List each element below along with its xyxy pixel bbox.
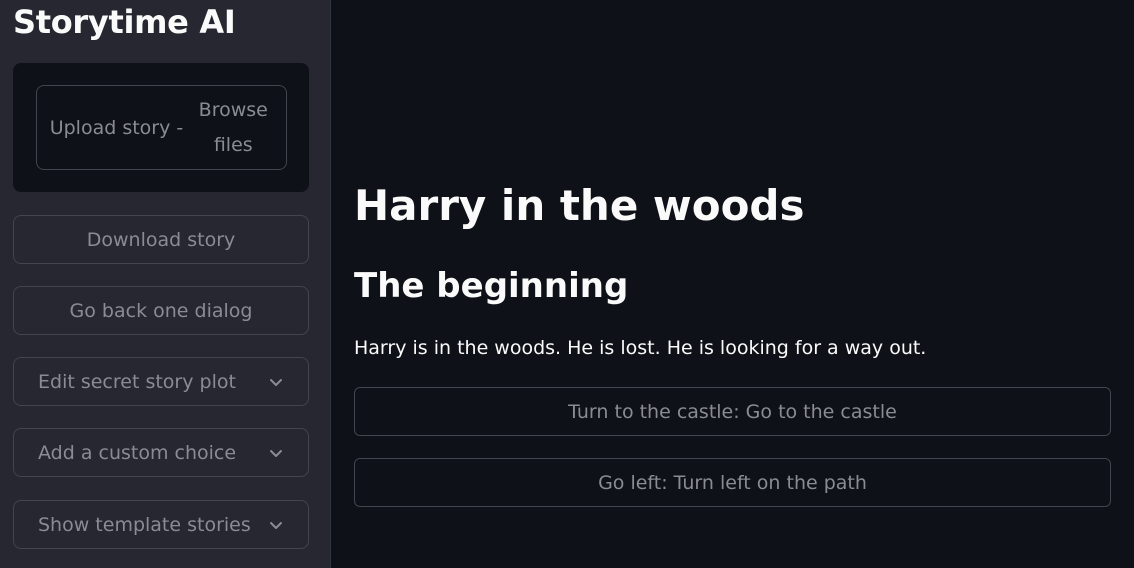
expander-edit-secret-plot[interactable]: Edit secret story plot (13, 357, 309, 406)
chevron-down-icon (270, 378, 282, 386)
chevron-down-icon (270, 449, 282, 457)
expander-show-template-stories[interactable]: Show template stories (13, 500, 309, 549)
chevron-down-icon (270, 521, 282, 529)
file-uploader: Upload story - Browse files (13, 63, 309, 192)
browse-files-label: Browse files (193, 93, 273, 163)
app-root: Storytime AI Upload story - Browse files… (0, 0, 1134, 568)
main-content: Harry in the woods The beginning Harry i… (332, 0, 1134, 568)
app-title: Storytime AI (13, 3, 236, 41)
choice-button-castle[interactable]: Turn to the castle: Go to the castle (354, 387, 1111, 436)
expander-label: Show template stories (38, 513, 251, 536)
upload-label: Upload story - (49, 116, 184, 139)
expander-label: Add a custom choice (38, 441, 237, 464)
browse-line-2: files (213, 133, 253, 156)
download-story-button[interactable]: Download story (13, 215, 309, 264)
go-back-button[interactable]: Go back one dialog (13, 286, 309, 335)
expander-label: Edit secret story plot (38, 370, 236, 393)
sidebar: Storytime AI Upload story - Browse files… (0, 0, 331, 568)
chapter-title: The beginning (354, 266, 629, 306)
browse-line-1: Browse (198, 98, 268, 121)
story-text: Harry is in the woods. He is lost. He is… (354, 337, 927, 359)
story-title: Harry in the woods (354, 181, 805, 230)
choice-button-go-left[interactable]: Go left: Turn left on the path (354, 458, 1111, 507)
upload-story-button[interactable]: Upload story - Browse files (36, 85, 287, 170)
expander-add-custom-choice[interactable]: Add a custom choice (13, 428, 309, 477)
